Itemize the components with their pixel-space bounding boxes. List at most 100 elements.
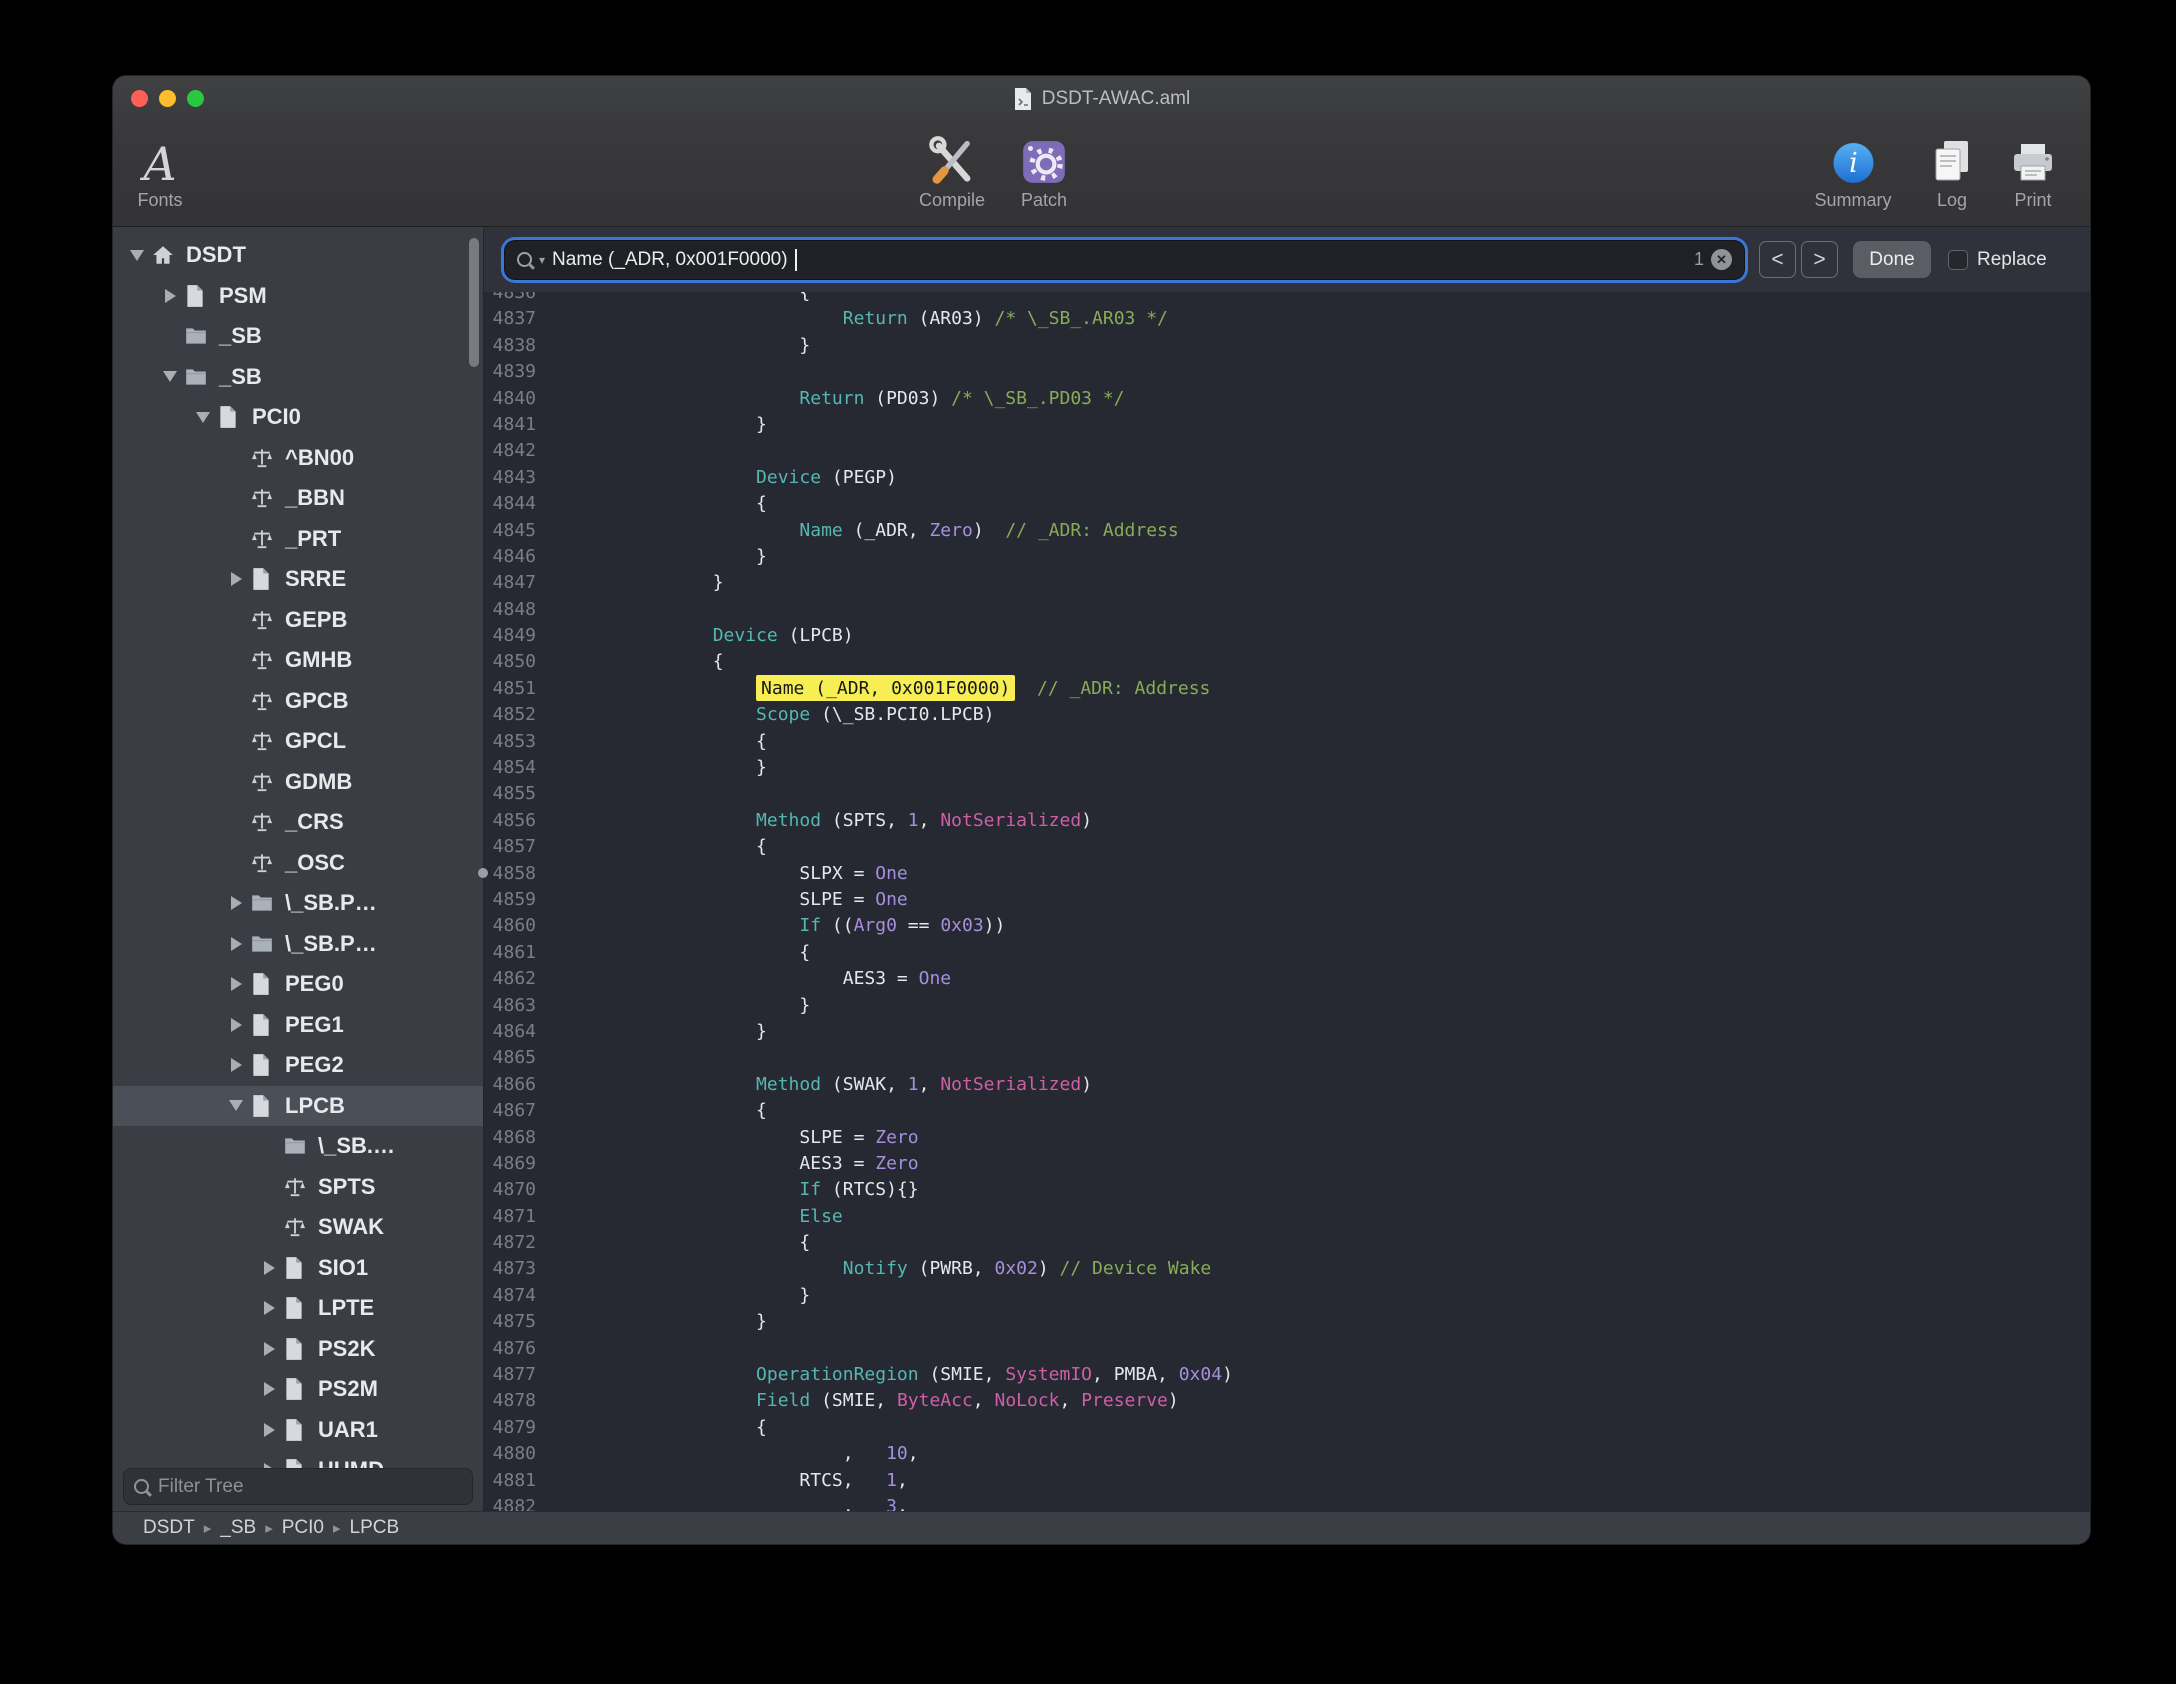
tree-item-swak[interactable]: SWAK [113,1207,483,1248]
code-text: } [546,544,767,570]
disclosure-triangle-icon[interactable] [222,977,250,991]
tree-item-sbp[interactable]: \_SB.P… [113,924,483,965]
breadcrumb-item-sb[interactable]: _SB [220,1517,256,1539]
disclosure-triangle-icon[interactable] [189,412,217,423]
disclosure-triangle-icon[interactable] [255,1301,283,1315]
code-text: Return (PD03) /* \_SB_.PD03 */ [546,386,1125,412]
tree-item-sbp[interactable]: \_SB.P… [113,883,483,924]
tree-item-gpcl[interactable]: GPCL [113,721,483,762]
summary-button[interactable]: i Summary [1814,129,1891,211]
print-button[interactable]: Print [2008,129,2058,211]
breadcrumb-item-pci0[interactable]: PCI0 [282,1517,324,1539]
minimize-button[interactable] [159,90,176,107]
line-number: 4871 [484,1204,546,1230]
line-number: 4842 [484,438,546,464]
replace-checkbox[interactable] [1948,250,1968,270]
tree-item-lpcb[interactable]: LPCB [113,1086,483,1127]
disclosure-triangle-icon[interactable] [255,1342,283,1356]
disclosure-triangle-icon[interactable] [222,1058,250,1072]
sidebar-scrollbar-thumb[interactable] [469,238,479,367]
find-input[interactable]: ▾ Name (_ADR, 0x001F0000) 1 ✕ [505,241,1744,279]
code-line: 4877 OperationRegion (SMIE, SystemIO, PM… [484,1362,2090,1388]
tree-item-label: PS2K [318,1336,375,1362]
tree-item-peg1[interactable]: PEG1 [113,1005,483,1046]
tree-item-ps2m[interactable]: PS2M [113,1369,483,1410]
line-number: 4875 [484,1309,546,1335]
tree-item-sio1[interactable]: SIO1 [113,1248,483,1289]
tree-item-spts[interactable]: SPTS [113,1167,483,1208]
tree-item-label: GDMB [285,769,352,795]
title-bar[interactable]: DSDT-AWAC.aml [113,76,2090,122]
tree-item-bn00[interactable]: ^BN00 [113,438,483,479]
code-text: AES3 = One [546,966,951,992]
line-number: 4856 [484,808,546,834]
code-text [546,1045,626,1071]
svg-text:i: i [1849,148,1858,179]
line-number: 4879 [484,1415,546,1441]
close-button[interactable] [131,90,148,107]
code-line: 4876 [484,1336,2090,1362]
tree-item-srre[interactable]: SRRE [113,559,483,600]
tree-item-bbn[interactable]: _BBN [113,478,483,519]
tree-item-ps2k[interactable]: PS2K [113,1329,483,1370]
compile-button[interactable]: Compile [919,129,985,211]
tree-item-gdmb[interactable]: GDMB [113,762,483,803]
line-number: 4881 [484,1468,546,1494]
disclosure-triangle-icon[interactable] [255,1423,283,1437]
find-previous-button[interactable]: < [1759,241,1796,278]
tree-item-crs[interactable]: _CRS [113,802,483,843]
chevron-down-icon[interactable]: ▾ [539,253,545,267]
find-next-button[interactable]: > [1801,241,1838,278]
tree-item-peg2[interactable]: PEG2 [113,1045,483,1086]
tree-item-sb[interactable]: _SB [113,316,483,357]
clear-search-button[interactable]: ✕ [1711,249,1732,270]
code-text: RTCS, 1, [546,1468,908,1494]
disclosure-triangle-icon[interactable] [255,1261,283,1275]
code-line: 4836 { [484,292,2090,306]
disclosure-triangle-icon[interactable] [222,896,250,910]
tree-item-sb[interactable]: _SB [113,357,483,398]
tree-item-dsdt[interactable]: DSDT [113,235,483,276]
disclosure-triangle-icon[interactable] [156,289,184,303]
method-icon [250,527,278,551]
breadcrumb-item-lpcb[interactable]: LPCB [350,1517,400,1539]
line-number: 4852 [484,702,546,728]
tree-item-gpcb[interactable]: GPCB [113,681,483,722]
code-text: Method (SPTS, 1, NotSerialized) [546,808,1092,834]
disclosure-triangle-icon[interactable] [222,572,250,586]
tree-item-gmhb[interactable]: GMHB [113,640,483,681]
patch-button[interactable]: Patch [1019,129,1069,211]
tree-item-prt[interactable]: _PRT [113,519,483,560]
split-handle[interactable] [478,868,488,878]
line-number: 4862 [484,966,546,992]
tree-item-sb[interactable]: \_SB.… [113,1126,483,1167]
code-line: 4837 Return (AR03) /* \_SB_.AR03 */ [484,306,2090,332]
tree-item-peg0[interactable]: PEG0 [113,964,483,1005]
tree-item-label: PS2M [318,1376,378,1402]
zoom-button[interactable] [187,90,204,107]
tree-item-uar1[interactable]: UAR1 [113,1410,483,1451]
tree-item-psm[interactable]: PSM [113,276,483,317]
disclosure-triangle-icon[interactable] [222,1100,250,1111]
code-text: OperationRegion (SMIE, SystemIO, PMBA, 0… [546,1362,1233,1388]
disclosure-triangle-icon[interactable] [222,1018,250,1032]
disclosure-triangle-icon[interactable] [123,250,151,261]
breadcrumb-item-dsdt[interactable]: DSDT [143,1517,195,1539]
code-line: 4852 Scope (\_SB.PCI0.LPCB) [484,702,2090,728]
disclosure-triangle-icon[interactable] [156,371,184,382]
filter-tree-field[interactable]: Filter Tree [123,1468,473,1505]
disclosure-triangle-icon[interactable] [222,937,250,951]
log-button[interactable]: Log [1928,129,1976,211]
code-editor[interactable]: 4836 {4837 Return (AR03) /* \_SB_.AR03 *… [484,292,2090,1512]
tree-item-gepb[interactable]: GEPB [113,600,483,641]
done-button[interactable]: Done [1853,241,1931,278]
fonts-button[interactable]: A Fonts [137,129,182,211]
line-number: 4880 [484,1441,546,1467]
tree-item-pci0[interactable]: PCI0 [113,397,483,438]
tree-item-lpte[interactable]: LPTE [113,1288,483,1329]
tree-item-label: PCI0 [252,404,301,430]
disclosure-triangle-icon[interactable] [255,1382,283,1396]
document-icon [250,1094,278,1118]
code-text: } [546,993,810,1019]
tree-item-osc[interactable]: _OSC [113,843,483,884]
